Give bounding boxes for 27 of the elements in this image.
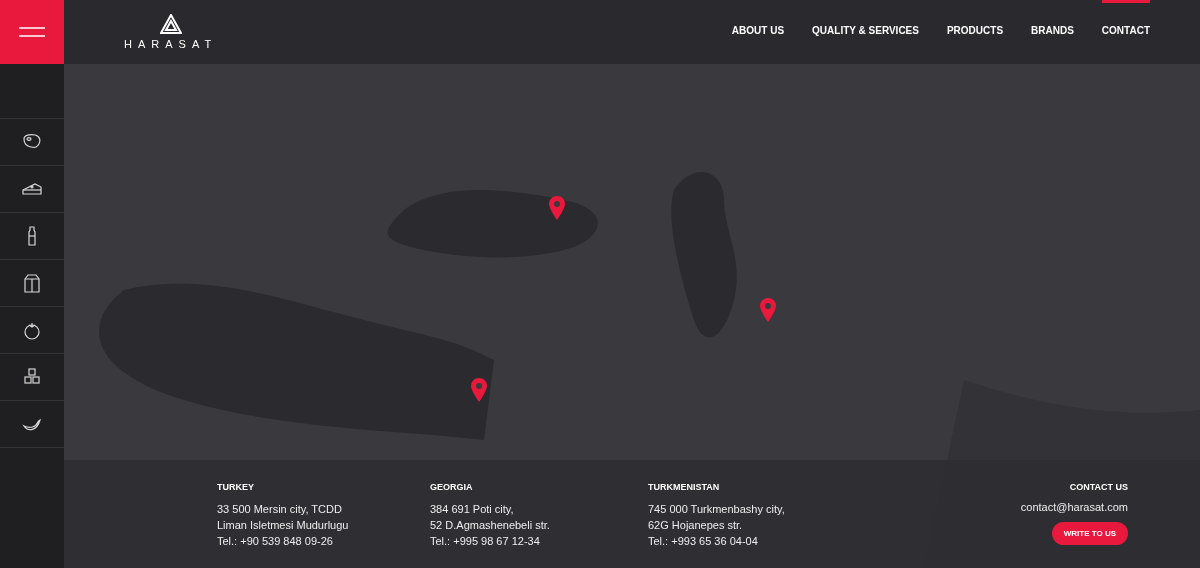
map-pin-icon[interactable]: [470, 377, 487, 402]
office-country: TURKEY: [217, 482, 255, 492]
office-address-line: 745 000 Turkmenbashy city,: [648, 502, 786, 517]
office-country: TURKMENISTAN: [648, 482, 721, 492]
write-to-us-button[interactable]: WRITE TO US: [1051, 522, 1128, 545]
contact-email: contact@harasat.com: [1020, 501, 1128, 513]
office-address-line: 33 500 Mersin city, TCDD: [217, 502, 343, 517]
map-pin-icon[interactable]: [760, 298, 777, 323]
map-pin-icon[interactable]: [549, 195, 566, 220]
office-address-line: 384 691 Poti city,: [430, 502, 515, 517]
office-country: GEORGIA: [430, 482, 474, 492]
office-address-line: 52 D.Agmashenebeli str.: [430, 518, 551, 533]
menu-icon: [19, 27, 45, 37]
nav-link[interactable]: BRANDS: [1031, 21, 1074, 40]
office-address-line: 62G Hojanepes str.: [648, 518, 744, 533]
contact-title: CONTACT US: [1069, 482, 1128, 492]
office-address-line: Tel.: +995 98 67 12-34: [430, 534, 541, 549]
triangle-logo-icon: [159, 14, 182, 34]
nav-link[interactable]: CONTACT: [1101, 21, 1150, 40]
office-address-line: Tel.: +90 539 848 09-26: [217, 534, 334, 549]
menu-button[interactable]: [0, 0, 64, 64]
office-address-line: Tel.: +993 65 36 04-04: [648, 534, 759, 549]
nav-link[interactable]: PRODUCTS: [946, 21, 1004, 40]
office-address-line: Liman Isletmesi Mudurlugu: [217, 518, 350, 533]
nav-link[interactable]: ABOUT US: [731, 21, 785, 40]
nav-link[interactable]: QUALITY & SERVICES: [812, 21, 919, 40]
logo-text: HARASAT: [124, 38, 218, 50]
